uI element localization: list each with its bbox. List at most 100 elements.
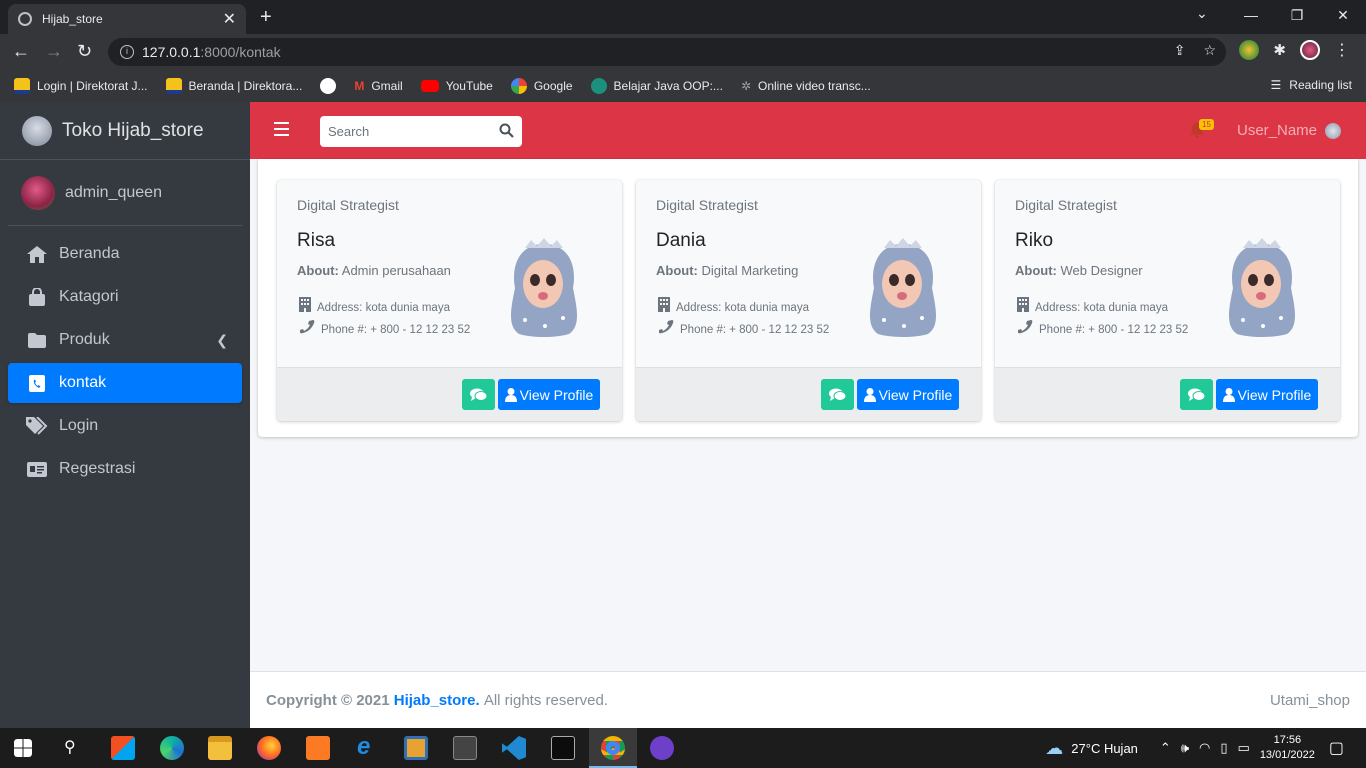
shopping-bag-icon <box>26 288 48 306</box>
navbar-username: User_Name <box>1237 122 1318 139</box>
globe-icon <box>18 12 32 26</box>
sidebar-item-label: Katagori <box>59 288 119 305</box>
extension-icon[interactable] <box>1239 40 1260 60</box>
tab-search-chevron-icon[interactable]: ⌄ <box>1196 5 1208 22</box>
card-footer: View Profile <box>277 367 622 421</box>
site-info-icon[interactable]: i <box>120 45 134 59</box>
contact-role: Digital Strategist <box>1015 197 1117 213</box>
bookmark-item[interactable] <box>320 78 337 94</box>
profile-avatar-image <box>870 238 936 337</box>
bookmark-item[interactable]: Google <box>510 78 573 94</box>
sidebar-item-beranda[interactable]: Beranda <box>8 234 242 274</box>
sidebar-item-regestrasi[interactable]: Regestrasi <box>8 449 242 489</box>
tray-chevron-up-icon[interactable]: ⌃ <box>1160 740 1171 756</box>
footer-brand-link[interactable]: Hijab_store. <box>394 692 480 709</box>
media-player-icon[interactable] <box>404 736 428 760</box>
restore-icon[interactable]: ❐ <box>1274 0 1320 30</box>
weather-text[interactable]: 27°C Hujan <box>1071 741 1138 756</box>
search-input[interactable] <box>328 124 488 139</box>
bookmark-item[interactable]: ✲ Online video transc... <box>741 79 871 93</box>
github-desktop-icon[interactable] <box>650 736 674 760</box>
chat-button[interactable] <box>1180 379 1213 410</box>
chrome-icon[interactable] <box>601 736 625 760</box>
sidebar-item-label: kontak <box>59 374 107 391</box>
folder-icon <box>26 331 48 349</box>
profile-avatar[interactable] <box>1300 40 1320 60</box>
building-icon <box>658 297 670 319</box>
sidebar-item-kontak[interactable]: kontak <box>8 363 242 403</box>
firefox-icon[interactable] <box>257 736 281 760</box>
reload-icon[interactable]: ↻ <box>77 41 92 62</box>
kemdikbud-icon <box>14 78 30 94</box>
chat-button[interactable] <box>821 379 854 410</box>
view-profile-button[interactable]: View Profile <box>857 379 959 410</box>
gear-icon: ✲ <box>740 79 751 93</box>
calendar-app-icon[interactable] <box>453 736 477 760</box>
kebab-menu-icon[interactable]: ⋮ <box>1334 40 1350 60</box>
taskbar-search-icon[interactable]: ⚲ <box>64 737 76 757</box>
file-explorer-icon[interactable] <box>208 736 232 760</box>
bookmark-item[interactable]: YouTube <box>420 79 493 93</box>
contact-card: Digital Strategist Riko About: Web Desig… <box>995 180 1340 421</box>
url-field[interactable]: i 127.0.0.1:8000/kontak <box>108 38 1226 66</box>
contact-info-list: Address: kota dunia maya Phone #: + 800 … <box>299 297 470 341</box>
brand-logo <box>22 115 52 146</box>
reading-list-button[interactable]: ☰ Reading list <box>1271 78 1352 92</box>
brand-link[interactable]: Toko Hijab_store <box>0 102 250 160</box>
contact-address: Address: kota dunia maya <box>1017 297 1188 319</box>
vscode-icon[interactable] <box>502 736 526 760</box>
bookmark-item[interactable]: Belajar Java OOP:... <box>590 78 723 94</box>
wifi-icon[interactable]: ◠ <box>1199 740 1210 756</box>
keyboard-icon[interactable]: ▭ <box>1238 740 1250 756</box>
new-tab-icon[interactable]: + <box>260 6 272 29</box>
window-close-icon[interactable]: ✕ <box>1320 0 1366 30</box>
view-profile-button[interactable]: View Profile <box>498 379 600 410</box>
sidebar-item-produk[interactable]: Produk ❮ <box>8 320 242 360</box>
contact-info-list: Address: kota dunia maya Phone #: + 800 … <box>1017 297 1188 341</box>
chat-button[interactable] <box>462 379 495 410</box>
profile-avatar-image <box>511 238 577 337</box>
xampp-icon[interactable] <box>306 736 330 760</box>
user-icon <box>863 387 876 402</box>
sidebar-item-label: Login <box>59 417 99 434</box>
bookmark-item[interactable]: Beranda | Direktora... <box>165 78 302 94</box>
battery-icon[interactable]: ▯ <box>1220 740 1227 756</box>
top-navbar: 15 User_Name <box>250 102 1366 159</box>
forward-icon[interactable]: → <box>45 41 63 62</box>
user-menu[interactable]: User_Name <box>1237 122 1342 139</box>
browser-tab[interactable]: Hijab_store ✕ <box>8 4 246 34</box>
notification-center-icon[interactable]: ▢ <box>1329 738 1344 758</box>
tab-close-icon[interactable]: ✕ <box>223 9 236 29</box>
address-bar: ← → ↻ i 127.0.0.1:8000/kontak ⇪ ☆ ✱ ⋮ <box>0 34 1366 70</box>
volume-icon[interactable]: 🕪 <box>1181 740 1189 756</box>
bookmark-star-icon[interactable]: ☆ <box>1203 42 1216 59</box>
contact-about: About: Admin perusahaan <box>297 263 451 278</box>
contact-address: Address: kota dunia maya <box>658 297 829 319</box>
view-profile-button[interactable]: View Profile <box>1216 379 1318 410</box>
minimize-icon[interactable]: — <box>1228 0 1274 30</box>
user-name-link[interactable]: admin_queen <box>65 184 162 202</box>
window-controls: — ❐ ✕ <box>1228 0 1366 30</box>
sidebar-item-katagori[interactable]: Katagori <box>8 277 242 317</box>
clock[interactable]: 17:56 13/01/2022 <box>1260 733 1315 763</box>
sidebar-menu: Beranda Katagori Produk ❮ kontak Login R… <box>0 226 250 500</box>
back-icon[interactable]: ← <box>12 41 30 62</box>
brand-text: Toko Hijab_store <box>62 119 204 141</box>
share-icon[interactable]: ⇪ <box>1174 42 1186 59</box>
windows-start-icon[interactable] <box>14 739 32 757</box>
bookmark-item[interactable]: M Gmail <box>354 79 402 93</box>
bookmark-item[interactable]: Login | Direktorat J... <box>14 78 148 94</box>
terminal-icon[interactable] <box>551 736 575 760</box>
contact-name: Dania <box>656 230 706 251</box>
store-icon[interactable] <box>111 736 135 760</box>
puzzle-extensions-icon[interactable]: ✱ <box>1273 41 1286 59</box>
gmail-icon: M <box>354 79 365 93</box>
sidebar-item-login[interactable]: Login <box>8 406 242 446</box>
edge-icon[interactable] <box>160 736 184 760</box>
internet-explorer-icon[interactable]: e <box>357 733 370 761</box>
hamburger-menu-icon[interactable] <box>274 122 289 140</box>
search-form <box>320 116 522 147</box>
profile-avatar-image <box>1229 238 1295 337</box>
tab-title: Hijab_store <box>42 12 103 26</box>
search-icon[interactable] <box>499 123 514 143</box>
